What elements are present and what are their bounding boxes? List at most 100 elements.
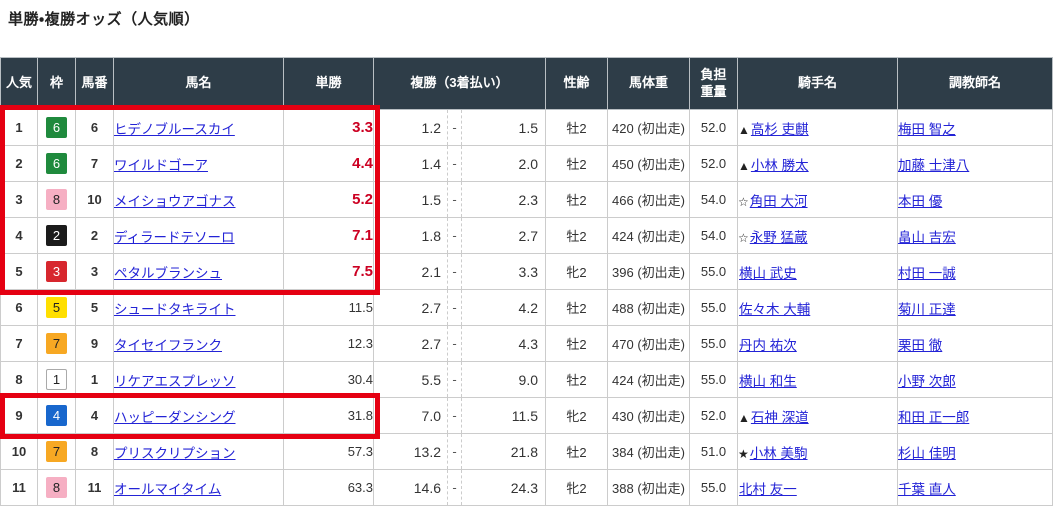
horse-name-cell: メイショウアゴナス	[114, 182, 284, 218]
sex-age-cell: 牡2	[546, 110, 608, 146]
horse-name-link[interactable]: シュードタキライト	[114, 302, 236, 317]
apprentice-mark-icon: ▲	[738, 123, 750, 137]
place-odds-separator: -	[447, 290, 461, 325]
horse-name-link[interactable]: ヒデノブルースカイ	[114, 122, 235, 137]
place-odds-cell: 2.1-3.3	[374, 254, 546, 290]
place-odds-separator: -	[447, 362, 461, 397]
frame-badge: 6	[46, 117, 67, 138]
horse-weight-cell: 424 (初出走)	[608, 218, 690, 254]
trainer-link[interactable]: 栗田 徹	[898, 338, 942, 353]
trainer-link[interactable]: 菊川 正達	[898, 302, 956, 317]
jockey-link[interactable]: 小林 美駒	[750, 446, 808, 461]
trainer-link[interactable]: 小野 次郎	[898, 374, 956, 389]
horse-number-cell: 10	[76, 182, 114, 218]
trainer-link[interactable]: 千葉 直人	[898, 482, 956, 497]
col-header-rank: 人気	[1, 58, 38, 110]
place-odds-low: 14.6	[374, 470, 447, 505]
frame-badge: 4	[46, 405, 67, 426]
trainer-cell: 加藤 士津八	[898, 146, 1053, 182]
place-odds-high: 1.5	[461, 110, 545, 145]
place-odds-high: 3.3	[461, 254, 545, 289]
rank-cell: 5	[1, 254, 38, 290]
horse-name-link[interactable]: ハッピーダンシング	[114, 410, 236, 425]
horse-name-link[interactable]: オールマイタイム	[114, 482, 221, 497]
horse-number-cell: 11	[76, 470, 114, 506]
sex-age-cell: 牡2	[546, 290, 608, 326]
rank-cell: 4	[1, 218, 38, 254]
sex-age-cell: 牡2	[546, 146, 608, 182]
trainer-cell: 小野 次郎	[898, 362, 1053, 398]
horse-number-cell: 1	[76, 362, 114, 398]
trainer-link[interactable]: 畠山 吉宏	[898, 230, 956, 245]
jockey-cell: ☆角田 大河	[738, 182, 898, 218]
place-odds-low: 1.5	[374, 182, 447, 217]
trainer-link[interactable]: 村田 一誠	[898, 266, 956, 281]
horse-number-cell: 6	[76, 110, 114, 146]
horse-weight-cell: 424 (初出走)	[608, 362, 690, 398]
place-odds-cell: 1.2-1.5	[374, 110, 546, 146]
jockey-link[interactable]: 角田 大河	[750, 194, 808, 209]
table-row: 7 7 9 タイセイフランク 12.3 2.7-4.3 牡2 470 (初出走)…	[1, 326, 1053, 362]
jockey-cell: ☆永野 猛蔵	[738, 218, 898, 254]
win-odds-cell: 12.3	[284, 326, 374, 362]
horse-name-cell: ワイルドゴーア	[114, 146, 284, 182]
jockey-link[interactable]: 佐々木 大輔	[739, 302, 810, 317]
horse-name-link[interactable]: メイショウアゴナス	[114, 194, 236, 209]
place-odds-low: 2.1	[374, 254, 447, 289]
col-header-trainer: 調教師名	[898, 58, 1053, 110]
jockey-link[interactable]: 丹内 祐次	[739, 338, 797, 353]
horse-number-cell: 4	[76, 398, 114, 434]
jockey-link[interactable]: 高杉 吏麒	[751, 122, 809, 137]
place-odds-separator: -	[447, 470, 461, 505]
jockey-link[interactable]: 永野 猛蔵	[750, 230, 808, 245]
jockey-link[interactable]: 石神 深道	[751, 410, 809, 425]
place-odds-cell: 1.4-2.0	[374, 146, 546, 182]
trainer-cell: 畠山 吉宏	[898, 218, 1053, 254]
odds-table: 人気 枠 馬番 馬名 単勝 複勝（3着払い） 性齢 馬体重 負担重量 騎手名 調…	[0, 57, 1053, 506]
carried-weight-cell: 52.0	[690, 146, 738, 182]
col-header-frame: 枠	[38, 58, 76, 110]
place-odds-separator: -	[447, 254, 461, 289]
jockey-link[interactable]: 北村 友一	[739, 482, 797, 497]
horse-name-cell: ペタルブランシュ	[114, 254, 284, 290]
horse-name-cell: タイセイフランク	[114, 326, 284, 362]
horse-name-link[interactable]: タイセイフランク	[114, 338, 222, 353]
carried-weight-cell: 52.0	[690, 110, 738, 146]
jockey-link[interactable]: 横山 武史	[739, 266, 797, 281]
trainer-link[interactable]: 加藤 士津八	[898, 158, 969, 173]
carried-weight-cell: 54.0	[690, 182, 738, 218]
horse-name-link[interactable]: ワイルドゴーア	[114, 158, 208, 173]
trainer-link[interactable]: 梅田 智之	[898, 122, 956, 137]
jockey-link[interactable]: 横山 和生	[739, 374, 797, 389]
jockey-link[interactable]: 小林 勝太	[751, 158, 809, 173]
table-row: 9 4 4 ハッピーダンシング 31.8 7.0-11.5 牝2 430 (初出…	[1, 398, 1053, 434]
place-odds-cell: 7.0-11.5	[374, 398, 546, 434]
horse-name-link[interactable]: プリスクリプション	[114, 446, 236, 461]
apprentice-mark-icon: ▲	[738, 411, 750, 425]
horse-name-cell: ディラードテソーロ	[114, 218, 284, 254]
horse-number-cell: 2	[76, 218, 114, 254]
col-header-horse-name: 馬名	[114, 58, 284, 110]
frame-cell: 8	[38, 470, 76, 506]
col-header-win-odds: 単勝	[284, 58, 374, 110]
trainer-link[interactable]: 和田 正一郎	[898, 410, 969, 425]
carried-weight-cell: 55.0	[690, 254, 738, 290]
win-odds-cell: 5.2	[284, 182, 374, 218]
trainer-link[interactable]: 本田 優	[898, 194, 942, 209]
horse-name-link[interactable]: ディラードテソーロ	[114, 230, 235, 245]
jockey-cell: 北村 友一	[738, 470, 898, 506]
header-row: 人気 枠 馬番 馬名 単勝 複勝（3着払い） 性齢 馬体重 負担重量 騎手名 調…	[1, 58, 1053, 110]
horse-weight-cell: 450 (初出走)	[608, 146, 690, 182]
horse-name-cell: プリスクリプション	[114, 434, 284, 470]
trainer-cell: 村田 一誠	[898, 254, 1053, 290]
col-header-sex-age: 性齢	[546, 58, 608, 110]
trainer-link[interactable]: 杉山 佳明	[898, 446, 956, 461]
apprentice-mark-icon: ★	[738, 447, 749, 461]
place-odds-cell: 1.8-2.7	[374, 218, 546, 254]
horse-name-link[interactable]: ペタルブランシュ	[114, 266, 222, 281]
horse-number-cell: 8	[76, 434, 114, 470]
trainer-cell: 栗田 徹	[898, 326, 1053, 362]
place-odds-separator: -	[447, 182, 461, 217]
horse-name-link[interactable]: リケアエスプレッソ	[114, 374, 236, 389]
frame-cell: 3	[38, 254, 76, 290]
